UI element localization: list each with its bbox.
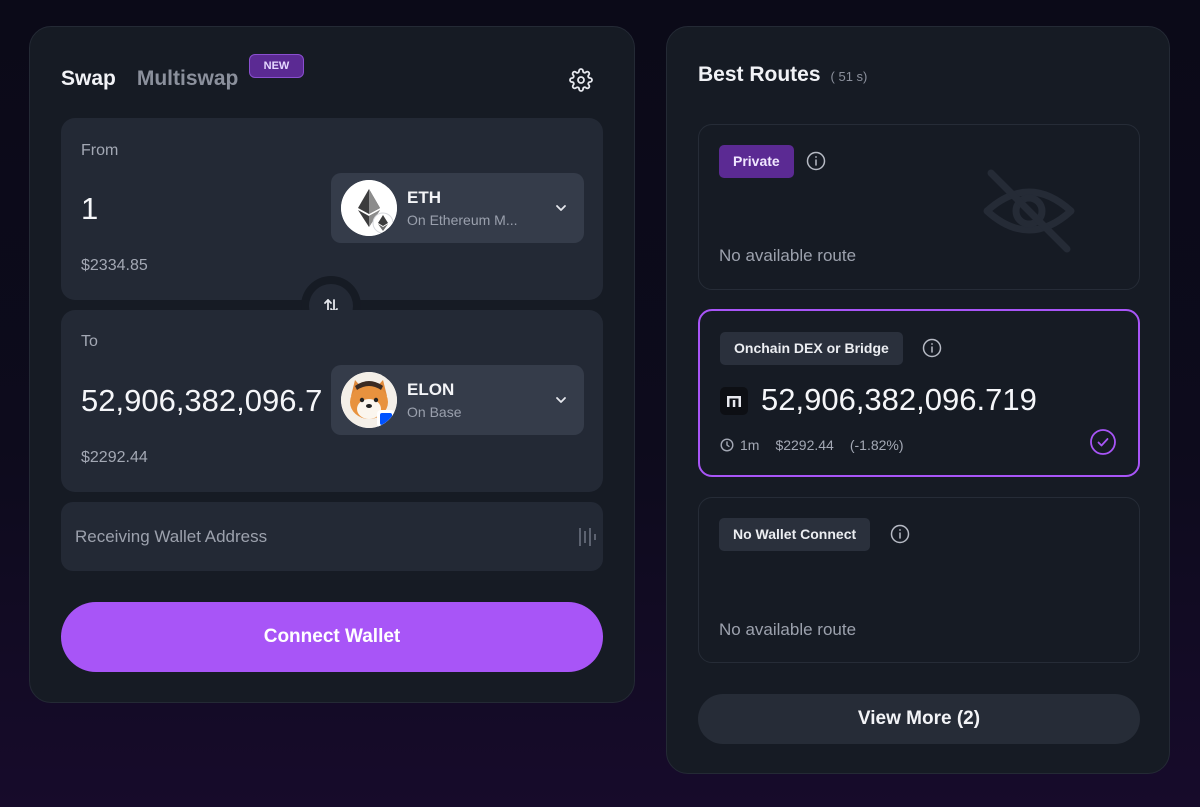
from-section: From 1 $2334.85 ETH On Ethereum M...: [61, 118, 603, 300]
from-amount-input[interactable]: 1: [81, 191, 326, 227]
route-output-amount: 52,906,382,096.719: [761, 382, 1037, 417]
no-route-text: No available route: [719, 620, 857, 639]
to-section: To 52,906,382,096.7 $2292.44 ELON On Bas…: [61, 310, 603, 492]
routes-panel: Best Routes ( 51 s) Private No available…: [666, 26, 1170, 774]
new-badge: NEW: [249, 54, 304, 78]
route-time: 1m: [740, 437, 760, 453]
wallet-address-input[interactable]: [75, 502, 555, 571]
info-icon[interactable]: [806, 151, 826, 171]
eye-off-icon: [983, 169, 1075, 253]
swap-tabs: Swap Multiswap: [61, 67, 238, 91]
route-usd-value: $2292.44: [775, 437, 834, 453]
ethereum-logo-icon: [341, 180, 397, 236]
route-tag-onchain: Onchain DEX or Bridge: [720, 332, 903, 365]
routes-refresh-timer: ( 51 s): [830, 69, 868, 84]
swap-panel: Swap Multiswap NEW From 1 $2334.85 ETH O…: [29, 26, 635, 703]
route-tag-private: Private: [719, 145, 794, 178]
check-circle-icon: [1090, 429, 1116, 455]
routes-title: Best Routes: [698, 63, 821, 86]
route-card-private[interactable]: Private No available route: [698, 124, 1140, 290]
info-icon[interactable]: [890, 524, 910, 544]
to-token-network: On Base: [407, 404, 462, 420]
to-usd-value: $2292.44: [81, 449, 148, 466]
tab-multiswap[interactable]: Multiswap: [137, 67, 239, 91]
chevron-down-icon: [556, 205, 566, 211]
view-more-button[interactable]: View More (2): [698, 694, 1140, 744]
wallet-address-field: [61, 502, 603, 571]
to-token-symbol: ELON: [407, 380, 455, 399]
from-token-selector[interactable]: ETH On Ethereum M...: [331, 173, 584, 243]
route-card-no-wallet-connect[interactable]: No Wallet Connect No available route: [698, 497, 1140, 663]
route-meta: 1m $2292.44 (-1.82%): [720, 437, 904, 453]
route-tag-no-wallet: No Wallet Connect: [719, 518, 871, 551]
elon-shiba-logo-icon: [341, 372, 397, 428]
route-price-change: (-1.82%): [849, 437, 904, 453]
from-token-symbol: ETH: [407, 188, 441, 207]
from-usd-value: $2334.85: [81, 257, 148, 274]
chevron-down-icon: [556, 397, 566, 403]
from-token-network: On Ethereum M...: [407, 212, 518, 228]
connect-wallet-button[interactable]: Connect Wallet: [61, 602, 603, 672]
routes-header: Best Routes ( 51 s): [698, 63, 867, 87]
info-icon[interactable]: [922, 338, 942, 358]
from-label: From: [81, 142, 119, 159]
to-amount-output: 52,906,382,096.7: [81, 383, 323, 418]
gear-icon[interactable]: [569, 68, 593, 92]
to-token-selector[interactable]: ELON On Base: [331, 365, 584, 435]
no-route-text: No available route: [719, 246, 857, 265]
dex-logo-icon: [720, 387, 748, 415]
to-label: To: [81, 333, 98, 350]
tab-swap[interactable]: Swap: [61, 67, 116, 91]
clock-icon: [720, 438, 734, 452]
route-card-onchain-dex[interactable]: Onchain DEX or Bridge 52,906,382,096.719…: [698, 309, 1140, 477]
scan-icon[interactable]: [577, 526, 597, 548]
